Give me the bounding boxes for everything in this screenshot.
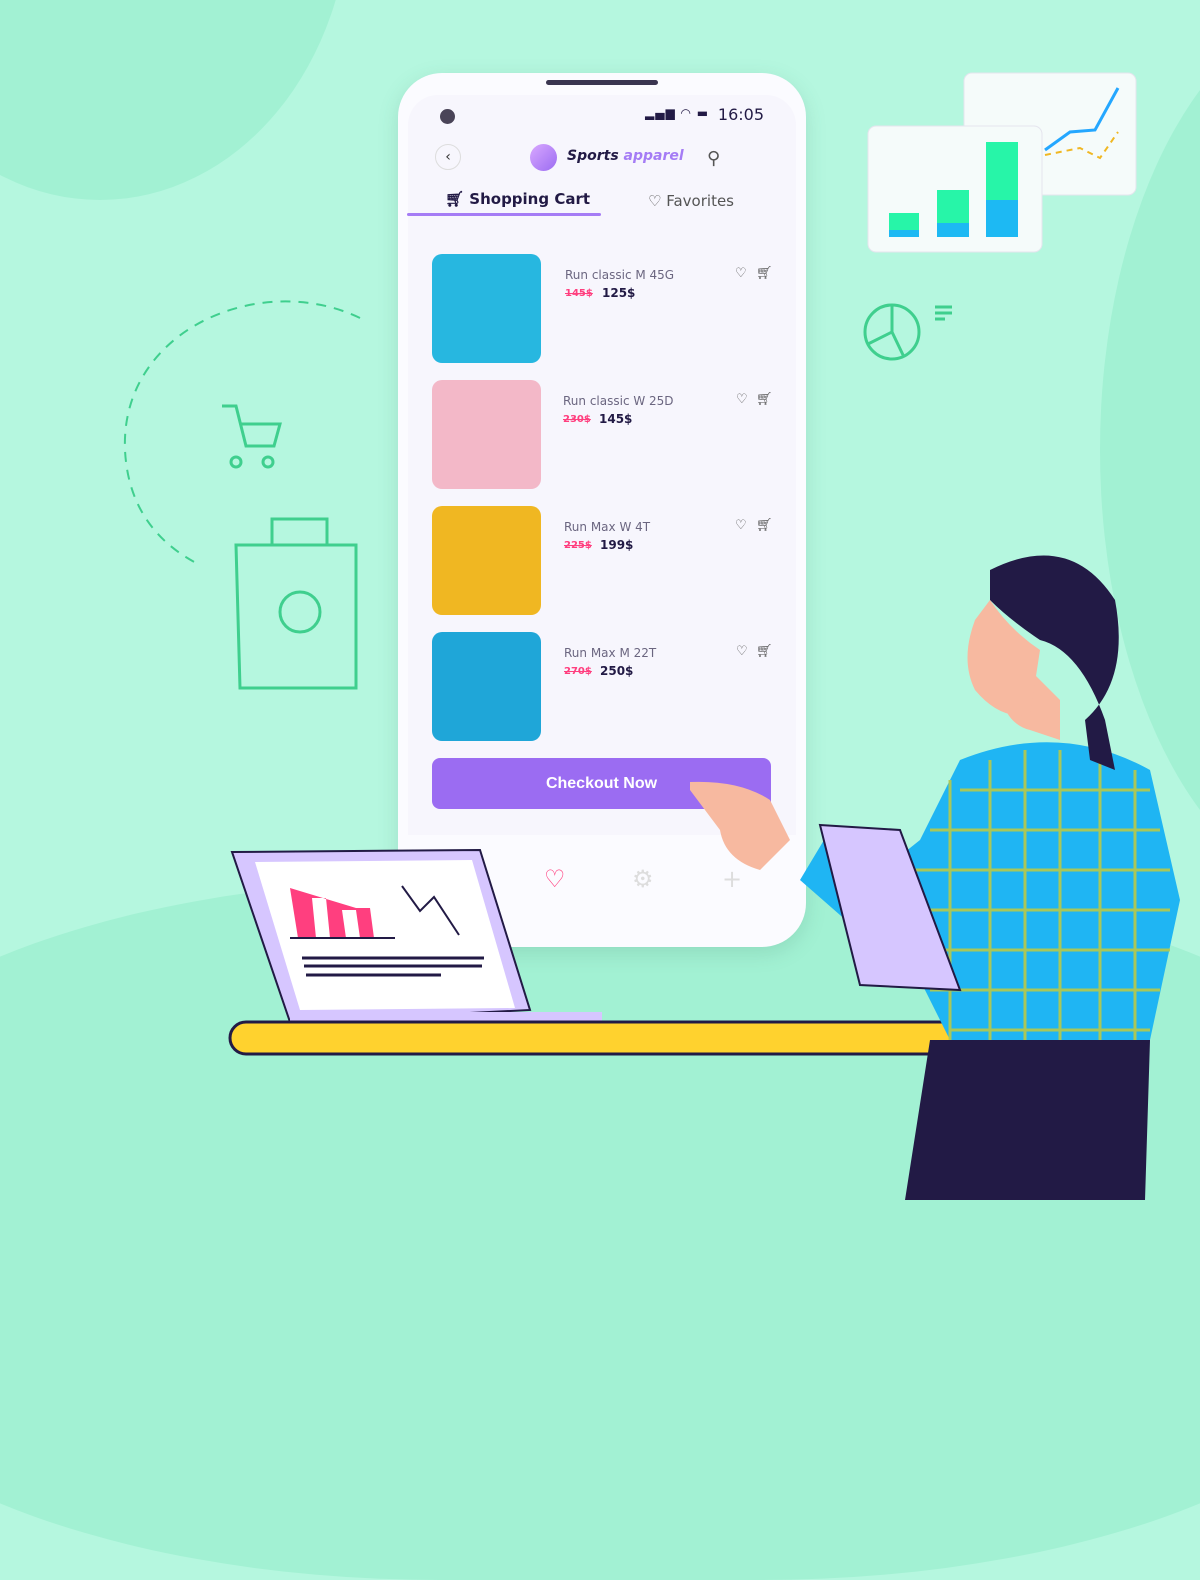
- laptop: [230, 848, 602, 1024]
- scene-illustration: [228, 555, 1180, 1200]
- desk: [228, 1020, 962, 1056]
- person: [690, 555, 1180, 1200]
